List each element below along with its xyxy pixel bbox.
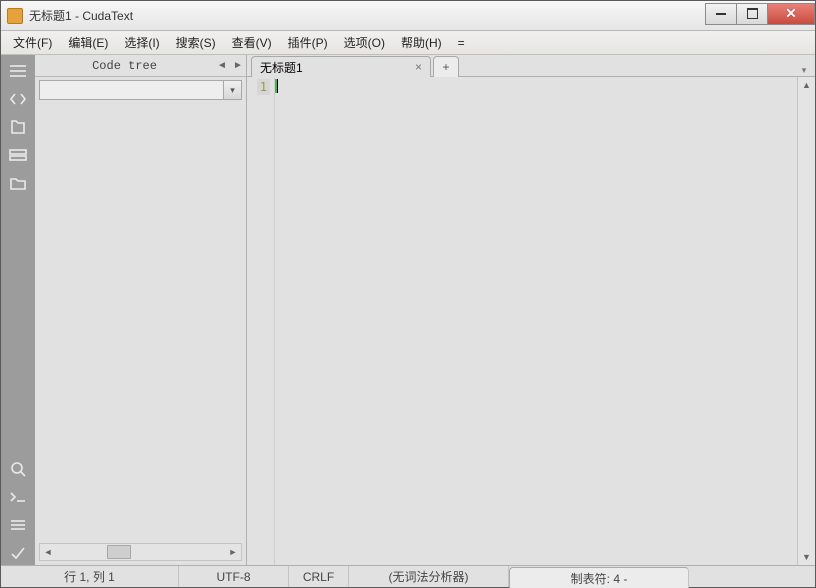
hscroll-thumb[interactable]	[107, 545, 131, 559]
minimize-button[interactable]	[705, 3, 737, 25]
panel-prev-icon[interactable]: ◄	[214, 56, 230, 76]
panel-next-icon[interactable]: ►	[230, 56, 246, 76]
editor: 1 ▲ ▼	[247, 77, 815, 565]
scroll-down-icon[interactable]: ▼	[798, 549, 815, 565]
tree-filter-input[interactable]	[39, 80, 224, 100]
side-panel-title: Code tree	[35, 59, 214, 73]
search-icon[interactable]	[4, 457, 32, 481]
menu-equals[interactable]: =	[450, 34, 473, 52]
tab-bar: 无标题1 × + ▾	[247, 55, 815, 77]
folder-icon[interactable]	[4, 171, 32, 195]
project-icon[interactable]	[4, 115, 32, 139]
new-tab-button[interactable]: +	[433, 56, 459, 77]
scroll-right-icon[interactable]: ►	[225, 544, 241, 560]
menu-plugins[interactable]: 插件(P)	[280, 32, 336, 53]
tree-filter-dropdown-icon[interactable]: ▾	[224, 80, 242, 100]
window-title: 无标题1 - CudaText	[29, 7, 705, 24]
tab-untitled1[interactable]: 无标题1 ×	[251, 56, 431, 77]
tab-label: 无标题1	[260, 59, 303, 76]
hamburger-icon[interactable]	[4, 59, 32, 83]
code-tree-icon[interactable]	[4, 87, 32, 111]
status-bar: 行 1, 列 1 UTF-8 CRLF (无词法分析器) 制表符: 4 -	[1, 565, 815, 587]
menu-select[interactable]: 选择(I)	[116, 32, 167, 53]
menu-help[interactable]: 帮助(H)	[393, 32, 450, 53]
status-eol[interactable]: CRLF	[289, 566, 349, 587]
app-window: 无标题1 - CudaText 文件(F) 编辑(E) 选择(I) 搜索(S) …	[0, 0, 816, 588]
scroll-up-icon[interactable]: ▲	[798, 77, 815, 93]
tab-close-icon[interactable]: ×	[415, 60, 422, 74]
maximize-button[interactable]	[736, 3, 768, 25]
code-tree-view[interactable]	[39, 105, 242, 541]
tabs-icon[interactable]	[4, 143, 32, 167]
editor-area: 无标题1 × + ▾ 1 ▲ ▼	[247, 55, 815, 565]
close-button[interactable]	[767, 3, 815, 25]
tab-menu-icon[interactable]: ▾	[797, 65, 815, 76]
status-encoding[interactable]: UTF-8	[179, 566, 289, 587]
tree-hscrollbar[interactable]: ◄ ►	[39, 543, 242, 561]
validate-icon[interactable]	[4, 541, 32, 565]
output-icon[interactable]	[4, 513, 32, 537]
menu-view[interactable]: 查看(V)	[224, 32, 280, 53]
titlebar: 无标题1 - CudaText	[1, 1, 815, 31]
menu-search[interactable]: 搜索(S)	[168, 32, 224, 53]
console-icon[interactable]	[4, 485, 32, 509]
menu-options[interactable]: 选项(O)	[336, 32, 393, 53]
status-lexer[interactable]: (无词法分析器)	[349, 566, 509, 587]
status-tabsize[interactable]: 制表符: 4 -	[509, 567, 689, 588]
menu-file[interactable]: 文件(F)	[5, 32, 60, 53]
line-gutter: 1	[247, 77, 275, 565]
main-area: Code tree ◄ ► ▾ ◄ ► 无标题1 × +	[1, 55, 815, 565]
tree-filter: ▾	[39, 79, 242, 101]
vertical-toolbar	[1, 55, 35, 565]
scroll-left-icon[interactable]: ◄	[40, 544, 56, 560]
side-panel-header: Code tree ◄ ►	[35, 55, 246, 77]
status-position[interactable]: 行 1, 列 1	[1, 566, 179, 587]
menu-edit[interactable]: 编辑(E)	[60, 32, 116, 53]
line-number: 1	[257, 79, 270, 95]
status-spacer	[691, 566, 815, 587]
side-panel: Code tree ◄ ► ▾ ◄ ►	[35, 55, 247, 565]
menubar: 文件(F) 编辑(E) 选择(I) 搜索(S) 查看(V) 插件(P) 选项(O…	[1, 31, 815, 55]
editor-vscrollbar[interactable]: ▲ ▼	[797, 77, 815, 565]
app-icon	[7, 8, 23, 24]
caret	[277, 79, 278, 93]
text-area[interactable]	[275, 77, 797, 565]
